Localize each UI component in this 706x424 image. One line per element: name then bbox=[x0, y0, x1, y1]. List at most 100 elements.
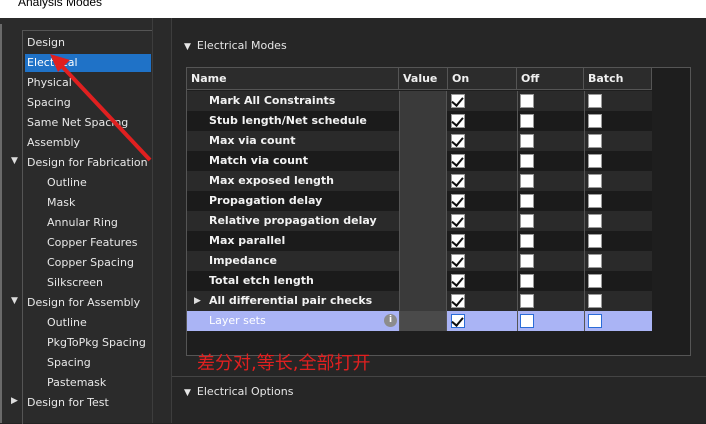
tree-item[interactable]: Spacing bbox=[45, 354, 91, 372]
batch-checkbox[interactable] bbox=[588, 254, 602, 268]
on-checkbox[interactable] bbox=[451, 254, 465, 268]
tree-item[interactable]: Design for Assembly bbox=[25, 294, 140, 312]
row-name: Mark All Constraints bbox=[209, 94, 336, 107]
tree-item[interactable]: Physical bbox=[25, 74, 72, 92]
expand-row-icon[interactable]: ▶ bbox=[194, 291, 201, 311]
off-checkbox[interactable] bbox=[520, 174, 534, 188]
off-checkbox[interactable] bbox=[520, 114, 534, 128]
off-checkbox[interactable] bbox=[520, 214, 534, 228]
value-cell[interactable] bbox=[399, 231, 447, 251]
tree-item[interactable]: Same Net Spacing bbox=[25, 114, 128, 132]
value-cell[interactable] bbox=[399, 271, 447, 291]
tree-item[interactable]: Copper Features bbox=[45, 234, 137, 252]
column-header-off[interactable]: Off bbox=[517, 68, 584, 90]
table-row[interactable]: Total etch length bbox=[187, 271, 652, 291]
batch-checkbox[interactable] bbox=[588, 174, 602, 188]
off-checkbox[interactable] bbox=[520, 134, 534, 148]
batch-checkbox[interactable] bbox=[588, 214, 602, 228]
off-checkbox[interactable] bbox=[520, 254, 534, 268]
table-row[interactable]: ▶ All differential pair checks bbox=[187, 291, 652, 311]
column-divider bbox=[584, 191, 585, 211]
off-checkbox[interactable] bbox=[520, 234, 534, 248]
batch-checkbox[interactable] bbox=[588, 274, 602, 288]
tree-item[interactable]: Assembly bbox=[25, 134, 80, 152]
tree-item[interactable]: PkgToPkg Spacing bbox=[45, 334, 146, 352]
batch-checkbox[interactable] bbox=[588, 134, 602, 148]
tree-item[interactable]: Spacing bbox=[25, 94, 71, 112]
off-checkbox[interactable] bbox=[520, 94, 534, 108]
tree-item[interactable]: Design for Fabrication bbox=[25, 154, 148, 172]
column-header-value[interactable]: Value bbox=[399, 68, 448, 90]
tree-item[interactable]: Outline bbox=[45, 314, 87, 332]
table-row[interactable]: Max via count bbox=[187, 131, 652, 151]
on-checkbox[interactable] bbox=[451, 174, 465, 188]
table-row[interactable]: Relative propagation delay bbox=[187, 211, 652, 231]
on-checkbox[interactable] bbox=[451, 214, 465, 228]
row-name: Max parallel bbox=[209, 234, 286, 247]
collapsed-caret-icon[interactable]: ▶ bbox=[11, 396, 18, 406]
table-row[interactable]: Impedance bbox=[187, 251, 652, 271]
section-electrical-options[interactable]: ▼ Electrical Options bbox=[184, 384, 293, 400]
on-checkbox[interactable] bbox=[451, 194, 465, 208]
column-divider bbox=[584, 251, 585, 271]
value-cell[interactable] bbox=[399, 311, 447, 331]
collapse-triangle-icon[interactable]: ▼ bbox=[184, 42, 191, 52]
off-checkbox[interactable] bbox=[520, 194, 534, 208]
value-cell[interactable] bbox=[399, 211, 447, 231]
value-cell[interactable] bbox=[399, 251, 447, 271]
table-row[interactable]: Mark All Constraints bbox=[187, 91, 652, 111]
batch-checkbox[interactable] bbox=[588, 114, 602, 128]
tree-item[interactable]: Electrical bbox=[25, 54, 151, 72]
column-divider bbox=[517, 171, 518, 191]
tree-item[interactable]: Mask bbox=[45, 194, 75, 212]
expanded-caret-icon[interactable]: ▼ bbox=[11, 156, 18, 166]
column-header-batch[interactable]: Batch bbox=[584, 68, 652, 90]
table-row[interactable]: Max parallel bbox=[187, 231, 652, 251]
on-checkbox[interactable] bbox=[451, 154, 465, 168]
info-icon[interactable]: i bbox=[384, 314, 397, 327]
off-checkbox[interactable] bbox=[520, 314, 534, 328]
column-header-on[interactable]: On bbox=[448, 68, 517, 90]
batch-checkbox[interactable] bbox=[588, 234, 602, 248]
tree-item[interactable]: Outline bbox=[45, 174, 87, 192]
off-checkbox[interactable] bbox=[520, 294, 534, 308]
value-cell[interactable] bbox=[399, 191, 447, 211]
column-header-name[interactable]: Name bbox=[187, 68, 399, 90]
table-row[interactable]: Match via count bbox=[187, 151, 652, 171]
batch-checkbox[interactable] bbox=[588, 94, 602, 108]
value-cell[interactable] bbox=[399, 151, 447, 171]
value-cell[interactable] bbox=[399, 131, 447, 151]
value-cell[interactable] bbox=[399, 111, 447, 131]
batch-checkbox[interactable] bbox=[588, 194, 602, 208]
off-checkbox[interactable] bbox=[520, 274, 534, 288]
tree-item[interactable]: Annular Ring bbox=[45, 214, 118, 232]
section-electrical-modes[interactable]: ▼ Electrical Modes bbox=[184, 38, 287, 54]
tree-item[interactable]: Design bbox=[25, 34, 65, 52]
row-name: Match via count bbox=[209, 154, 308, 167]
tree-item[interactable]: Pastemask bbox=[45, 374, 106, 392]
expanded-caret-icon[interactable]: ▼ bbox=[11, 296, 18, 306]
batch-checkbox[interactable] bbox=[588, 294, 602, 308]
on-checkbox[interactable] bbox=[451, 294, 465, 308]
batch-checkbox[interactable] bbox=[588, 314, 602, 328]
value-cell[interactable] bbox=[399, 291, 447, 311]
on-checkbox[interactable] bbox=[451, 114, 465, 128]
on-checkbox[interactable] bbox=[451, 274, 465, 288]
value-cell[interactable] bbox=[399, 91, 447, 111]
table-row[interactable]: Stub length/Net schedule bbox=[187, 111, 652, 131]
on-checkbox[interactable] bbox=[451, 134, 465, 148]
on-checkbox[interactable] bbox=[451, 234, 465, 248]
table-row[interactable]: Layer sets i bbox=[187, 311, 652, 331]
on-checkbox[interactable] bbox=[451, 94, 465, 108]
off-checkbox[interactable] bbox=[520, 154, 534, 168]
value-cell[interactable] bbox=[399, 171, 447, 191]
table-row[interactable]: Max exposed length bbox=[187, 171, 652, 191]
collapse-triangle-icon[interactable]: ▼ bbox=[184, 388, 191, 398]
table-row[interactable]: Propagation delay bbox=[187, 191, 652, 211]
tree-item[interactable]: Silkscreen bbox=[45, 274, 103, 292]
tree-item[interactable]: Design for Test bbox=[25, 394, 109, 412]
batch-checkbox[interactable] bbox=[588, 154, 602, 168]
panel-splitter[interactable] bbox=[152, 18, 172, 423]
tree-item[interactable]: Copper Spacing bbox=[45, 254, 134, 272]
on-checkbox[interactable] bbox=[451, 314, 465, 328]
